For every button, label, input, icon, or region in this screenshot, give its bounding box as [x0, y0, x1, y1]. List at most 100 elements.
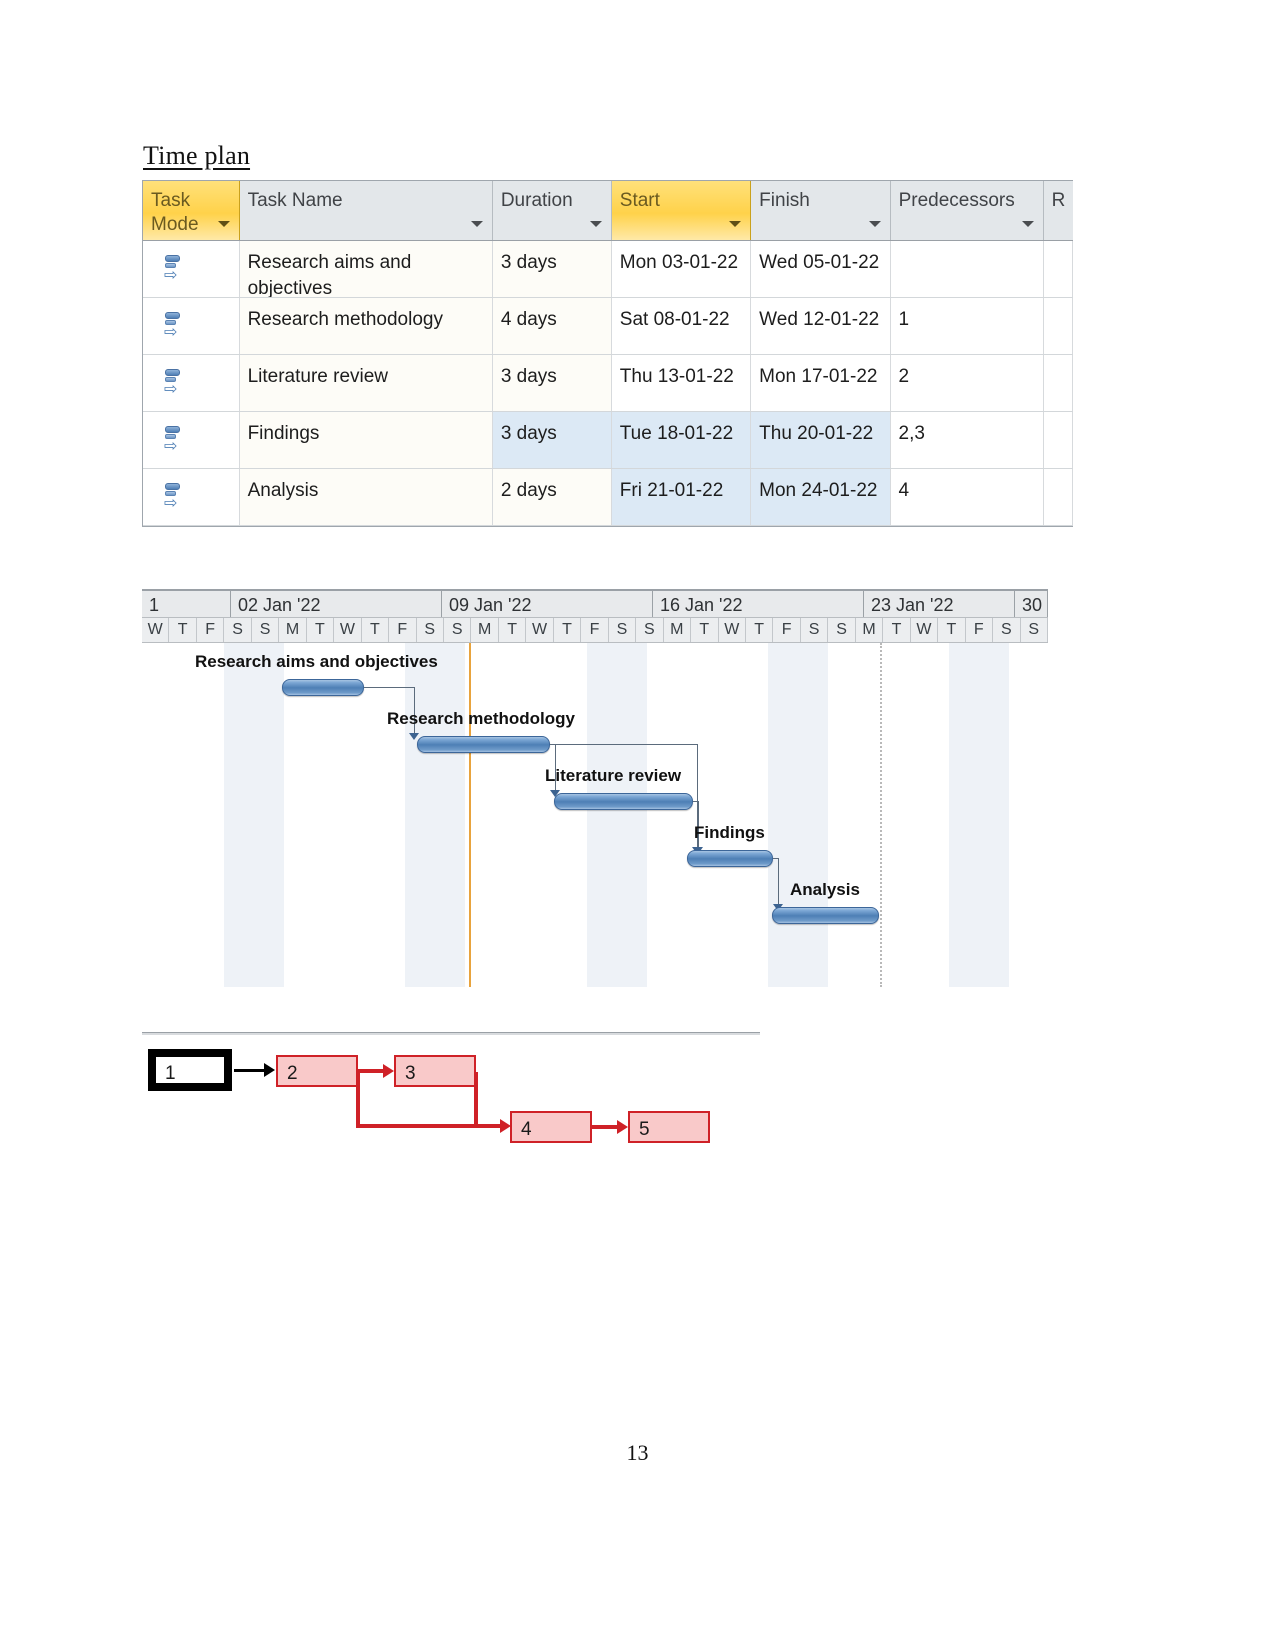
cell-finish[interactable]: Wed 05-01-22 — [751, 241, 891, 297]
gantt-chart[interactable]: 1 02 Jan '22 09 Jan '22 16 Jan '22 23 Ja… — [142, 589, 1048, 987]
table-row-empty[interactable] — [143, 526, 1073, 527]
cell-start[interactable]: Mon 03-01-22 — [611, 241, 752, 297]
network-arrow-icon — [264, 1063, 275, 1077]
cell-task-name[interactable]: Literature review — [239, 355, 493, 411]
gantt-bar[interactable] — [772, 907, 879, 924]
cell-resource[interactable] — [1043, 355, 1073, 411]
column-header-task-name[interactable]: Task Name — [239, 181, 493, 240]
cell-start[interactable]: Tue 18-01-22 — [611, 412, 752, 468]
timescale-day: S — [636, 618, 664, 642]
gantt-plot-area[interactable]: Research aims and objectives Research me… — [142, 643, 1048, 987]
gantt-bar-label: Literature review — [545, 766, 682, 785]
project-task-table[interactable]: Task Mode Task Name Duration Start Finis… — [142, 180, 1073, 527]
table-row[interactable]: ⇨ Research methodology 4 days Sat 08-01-… — [143, 298, 1073, 355]
filter-arrow-icon[interactable] — [217, 221, 230, 227]
cell-task-name[interactable]: Findings — [239, 412, 493, 468]
cell-start[interactable] — [612, 526, 751, 527]
timescale-day: S — [416, 618, 444, 642]
cell-finish[interactable]: Thu 20-01-22 — [751, 412, 891, 468]
cell-task-name[interactable]: Research methodology — [239, 298, 493, 354]
timescale-day: S — [1020, 618, 1048, 642]
cell-resource[interactable] — [1043, 412, 1073, 468]
cell-duration[interactable] — [493, 526, 612, 527]
cell-finish[interactable]: Mon 17-01-22 — [751, 355, 891, 411]
timescale-week: 09 Jan '22 — [442, 591, 653, 617]
manually-scheduled-icon: ⇨ — [163, 255, 189, 284]
table-row[interactable]: ⇨ Findings 3 days Tue 18-01-22 Thu 20-01… — [143, 412, 1073, 469]
network-node-1[interactable]: 1 — [148, 1049, 232, 1091]
timescale-day: S — [224, 618, 252, 642]
column-header-start[interactable]: Start — [611, 181, 752, 240]
filter-arrow-icon[interactable] — [589, 221, 602, 227]
cell-predecessors[interactable]: 4 — [890, 469, 1044, 525]
column-header-duration-label: Duration — [500, 190, 573, 211]
timescale-day: T — [498, 618, 527, 642]
gantt-bar[interactable] — [554, 793, 693, 810]
table-row[interactable]: ⇨ Literature review 3 days Thu 13-01-22 … — [143, 355, 1073, 412]
column-header-resource[interactable]: R — [1043, 181, 1073, 240]
cell-task-name[interactable] — [240, 526, 493, 527]
cell-start[interactable]: Fri 21-01-22 — [611, 469, 752, 525]
cell-predecessors[interactable] — [891, 526, 1044, 527]
cell-start[interactable]: Thu 13-01-22 — [611, 355, 752, 411]
gantt-bar-label: Research aims and objectives — [195, 652, 438, 671]
cell-predecessors[interactable] — [890, 241, 1044, 297]
cell-resource[interactable] — [1043, 241, 1073, 297]
timescale-day: T — [306, 618, 335, 642]
column-header-finish[interactable]: Finish — [751, 181, 891, 240]
timescale-day: M — [663, 618, 692, 642]
cell-predecessors[interactable]: 2,3 — [890, 412, 1044, 468]
cell-task-name[interactable]: Analysis — [239, 469, 493, 525]
network-diagram[interactable]: 1 2 3 4 5 — [142, 1032, 760, 1152]
network-edge-1-2 — [234, 1069, 266, 1072]
gantt-bar[interactable] — [687, 850, 773, 867]
cell-predecessors[interactable]: 1 — [890, 298, 1044, 354]
timescale-day: S — [993, 618, 1021, 642]
cell-finish[interactable] — [751, 526, 890, 527]
table-row[interactable]: ⇨ Analysis 2 days Fri 21-01-22 Mon 24-01… — [143, 469, 1073, 526]
column-header-predecessors[interactable]: Predecessors — [890, 181, 1044, 240]
cell-resource[interactable] — [1043, 298, 1073, 354]
timescale-day: S — [608, 618, 637, 642]
cell-finish[interactable]: Mon 24-01-22 — [751, 469, 891, 525]
cell-task-name[interactable]: Research aims and objectives — [239, 241, 493, 297]
gantt-bar[interactable] — [282, 679, 364, 696]
network-node-2[interactable]: 2 — [276, 1055, 358, 1087]
page-title: Time plan — [143, 141, 251, 170]
cell-task-mode[interactable]: ⇨ — [143, 355, 240, 411]
cell-duration[interactable]: 3 days — [492, 355, 612, 411]
table-header-row: Task Mode Task Name Duration Start Finis… — [143, 181, 1073, 241]
cell-duration[interactable]: 3 days — [492, 241, 612, 297]
gantt-bar-label: Analysis — [790, 880, 860, 899]
gantt-bar[interactable] — [417, 736, 550, 753]
filter-arrow-icon[interactable] — [470, 221, 483, 227]
column-header-task-mode[interactable]: Task Mode — [143, 181, 240, 240]
column-header-duration[interactable]: Duration — [492, 181, 612, 240]
filter-arrow-icon[interactable] — [868, 221, 881, 227]
network-node-4[interactable]: 4 — [510, 1111, 592, 1143]
filter-arrow-icon[interactable] — [729, 221, 742, 227]
table-row[interactable]: ⇨ Research aims and objectives 3 days Mo… — [143, 241, 1073, 298]
cell-resource[interactable] — [1044, 526, 1073, 527]
cell-start[interactable]: Sat 08-01-22 — [611, 298, 752, 354]
network-node-3[interactable]: 3 — [394, 1055, 476, 1087]
filter-arrow-icon[interactable] — [1021, 221, 1034, 227]
cell-duration[interactable]: 3 days — [492, 412, 612, 468]
cell-resource[interactable] — [1043, 469, 1073, 525]
cell-task-mode[interactable]: ⇨ — [143, 412, 240, 468]
column-header-task-name-label: Task Name — [247, 190, 343, 211]
cell-finish[interactable]: Wed 12-01-22 — [751, 298, 891, 354]
cell-duration[interactable]: 4 days — [492, 298, 612, 354]
cell-task-mode[interactable] — [143, 526, 240, 527]
timescale-day: M — [471, 618, 499, 642]
cell-task-mode[interactable]: ⇨ — [143, 298, 240, 354]
cell-task-mode[interactable]: ⇨ — [143, 469, 240, 525]
timescale-day: M — [855, 618, 884, 642]
cell-duration[interactable]: 2 days — [492, 469, 612, 525]
cell-predecessors[interactable]: 2 — [890, 355, 1044, 411]
gantt-bar-label: Findings — [694, 823, 765, 842]
manually-scheduled-icon: ⇨ — [163, 483, 189, 512]
network-node-5[interactable]: 5 — [628, 1111, 710, 1143]
column-header-resource-label: R — [1051, 190, 1066, 211]
cell-task-mode[interactable]: ⇨ — [143, 241, 240, 297]
